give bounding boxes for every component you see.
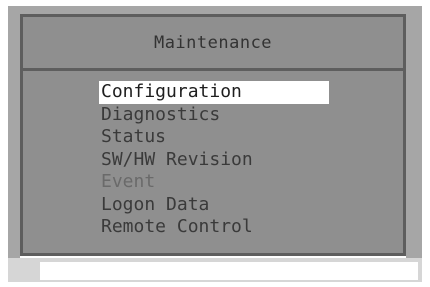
menu-item-configuration[interactable]: Configuration	[99, 81, 329, 104]
menu-title: Maintenance	[23, 17, 403, 71]
maintenance-menu-panel: Maintenance Configuration Diagnostics St…	[20, 14, 406, 256]
menu-item-diagnostics[interactable]: Diagnostics	[99, 104, 329, 127]
menu-item-status[interactable]: Status	[99, 126, 329, 149]
menu-item-logon-data[interactable]: Logon Data	[99, 194, 329, 217]
maintenance-menu-list: Configuration Diagnostics Status SW/HW R…	[99, 81, 329, 239]
screen: Maintenance Configuration Diagnostics St…	[0, 0, 430, 287]
menu-item-sw-hw-revision[interactable]: SW/HW Revision	[99, 149, 329, 172]
menu-item-event[interactable]: Event	[99, 171, 329, 194]
frame-shadow-inner	[40, 262, 418, 280]
menu-item-remote-control[interactable]: Remote Control	[99, 216, 329, 239]
outer-frame-right	[406, 6, 422, 262]
outer-frame-top	[8, 6, 422, 14]
outer-frame-left	[8, 6, 20, 262]
